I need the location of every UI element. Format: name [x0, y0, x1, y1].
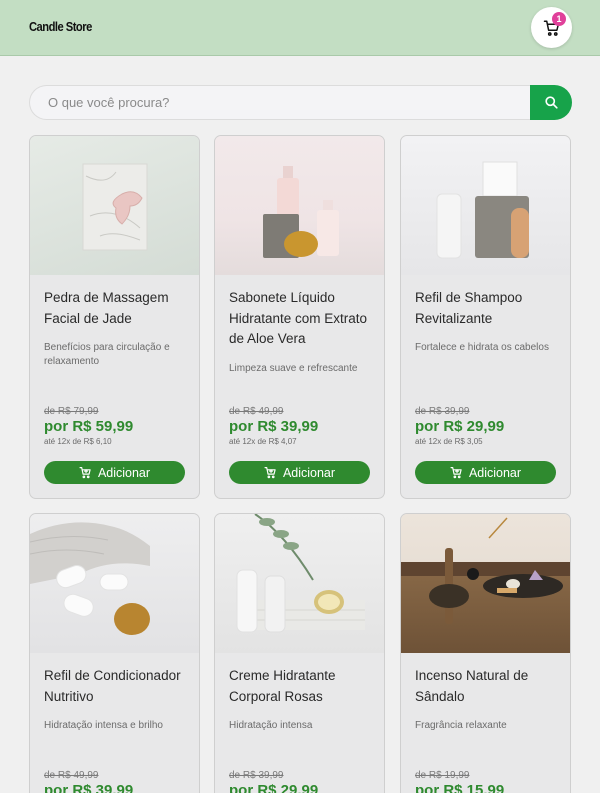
- current-price: por R$ 29,99: [415, 418, 505, 435]
- product-description: Hidratação intensa e brilho: [44, 720, 163, 731]
- price-block: de R$ 19,99 por R$ 15,99: [415, 770, 558, 793]
- old-price: de R$ 39,99: [229, 770, 284, 781]
- product-card[interactable]: Refil de Condicionador Nutritivo Hidrata…: [29, 513, 200, 793]
- product-info: Pedra de Massagem Facial de Jade Benefíc…: [44, 288, 187, 369]
- old-price: de R$ 19,99: [415, 770, 470, 781]
- search-bar: [29, 85, 572, 120]
- current-price: por R$ 39,99: [44, 782, 134, 793]
- old-price: de R$ 49,99: [229, 406, 284, 417]
- product-image[interactable]: [401, 514, 570, 653]
- add-to-cart-button[interactable]: Adicionar: [229, 461, 370, 484]
- product-description: Hidratação intensa: [229, 720, 313, 731]
- product-title[interactable]: Creme Hidratante Corporal Rosas: [229, 666, 372, 707]
- product-info: Refil de Condicionador Nutritivo Hidrata…: [44, 666, 187, 733]
- add-to-cart-button[interactable]: Adicionar: [415, 461, 556, 484]
- search-input[interactable]: [29, 85, 539, 120]
- product-card[interactable]: Refil de Shampoo Revitalizante Fortalece…: [400, 135, 571, 499]
- add-to-cart-label: Adicionar: [468, 465, 522, 480]
- product-description: Fortalece e hidrata os cabelos: [415, 342, 549, 353]
- price-block: de R$ 39,99 por R$ 29,99: [229, 770, 372, 793]
- product-image[interactable]: [215, 514, 384, 653]
- add-to-cart-button[interactable]: Adicionar: [44, 461, 185, 484]
- product-card[interactable]: Creme Hidratante Corporal Rosas Hidrataç…: [214, 513, 385, 793]
- price-block: de R$ 49,99 por R$ 39,99: [44, 770, 187, 793]
- product-title[interactable]: Pedra de Massagem Facial de Jade: [44, 288, 187, 329]
- old-price: de R$ 79,99: [44, 406, 99, 417]
- cart-plus-icon: [79, 467, 91, 479]
- installment-info: até 12x de R$ 6,10: [44, 437, 112, 446]
- product-image[interactable]: [30, 136, 199, 275]
- price-block: de R$ 79,99 por R$ 59,99 até 12x de R$ 6…: [44, 406, 187, 446]
- product-card[interactable]: Sabonete Líquido Hidratante com Extrato …: [214, 135, 385, 499]
- old-price: de R$ 39,99: [415, 406, 470, 417]
- product-info: Sabonete Líquido Hidratante com Extrato …: [229, 288, 372, 376]
- current-price: por R$ 29,99: [229, 782, 319, 793]
- product-card[interactable]: Pedra de Massagem Facial de Jade Benefíc…: [29, 135, 200, 499]
- product-card[interactable]: Incenso Natural de Sândalo Fragrância re…: [400, 513, 571, 793]
- current-price: por R$ 59,99: [44, 418, 134, 435]
- top-bar: Candle Store 1: [0, 0, 600, 56]
- installment-info: até 12x de R$ 4,07: [229, 437, 297, 446]
- product-info: Incenso Natural de Sândalo Fragrância re…: [415, 666, 558, 733]
- product-info: Creme Hidratante Corporal Rosas Hidrataç…: [229, 666, 372, 733]
- price-block: de R$ 49,99 por R$ 39,99 até 12x de R$ 4…: [229, 406, 372, 446]
- product-title[interactable]: Refil de Shampoo Revitalizante: [415, 288, 558, 329]
- add-to-cart-label: Adicionar: [282, 465, 336, 480]
- installment-info: até 12x de R$ 3,05: [415, 437, 483, 446]
- product-description: Benefícios para circulação e relaxamento: [44, 342, 170, 367]
- current-price: por R$ 15,99: [415, 782, 505, 793]
- add-to-cart-label: Adicionar: [97, 465, 151, 480]
- cart-count-badge: 1: [552, 12, 566, 26]
- current-price: por R$ 39,99: [229, 418, 319, 435]
- product-image[interactable]: [30, 514, 199, 653]
- product-image[interactable]: [401, 136, 570, 275]
- price-block: de R$ 39,99 por R$ 29,99 até 12x de R$ 3…: [415, 406, 558, 446]
- product-description: Fragrância relaxante: [415, 720, 507, 731]
- product-title[interactable]: Incenso Natural de Sândalo: [415, 666, 558, 707]
- product-title[interactable]: Refil de Condicionador Nutritivo: [44, 666, 187, 707]
- old-price: de R$ 49,99: [44, 770, 99, 781]
- cart-button[interactable]: [531, 7, 572, 48]
- product-image[interactable]: [215, 136, 384, 275]
- search-icon: [544, 96, 558, 109]
- cart-plus-icon: [450, 467, 462, 479]
- product-description: Limpeza suave e refrescante: [229, 362, 358, 374]
- cart-plus-icon: [264, 467, 276, 479]
- product-info: Refil de Shampoo Revitalizante Fortalece…: [415, 288, 558, 355]
- brand-logo[interactable]: Candle Store: [29, 19, 92, 34]
- search-button[interactable]: [530, 85, 572, 120]
- product-title[interactable]: Sabonete Líquido Hidratante com Extrato …: [229, 288, 372, 350]
